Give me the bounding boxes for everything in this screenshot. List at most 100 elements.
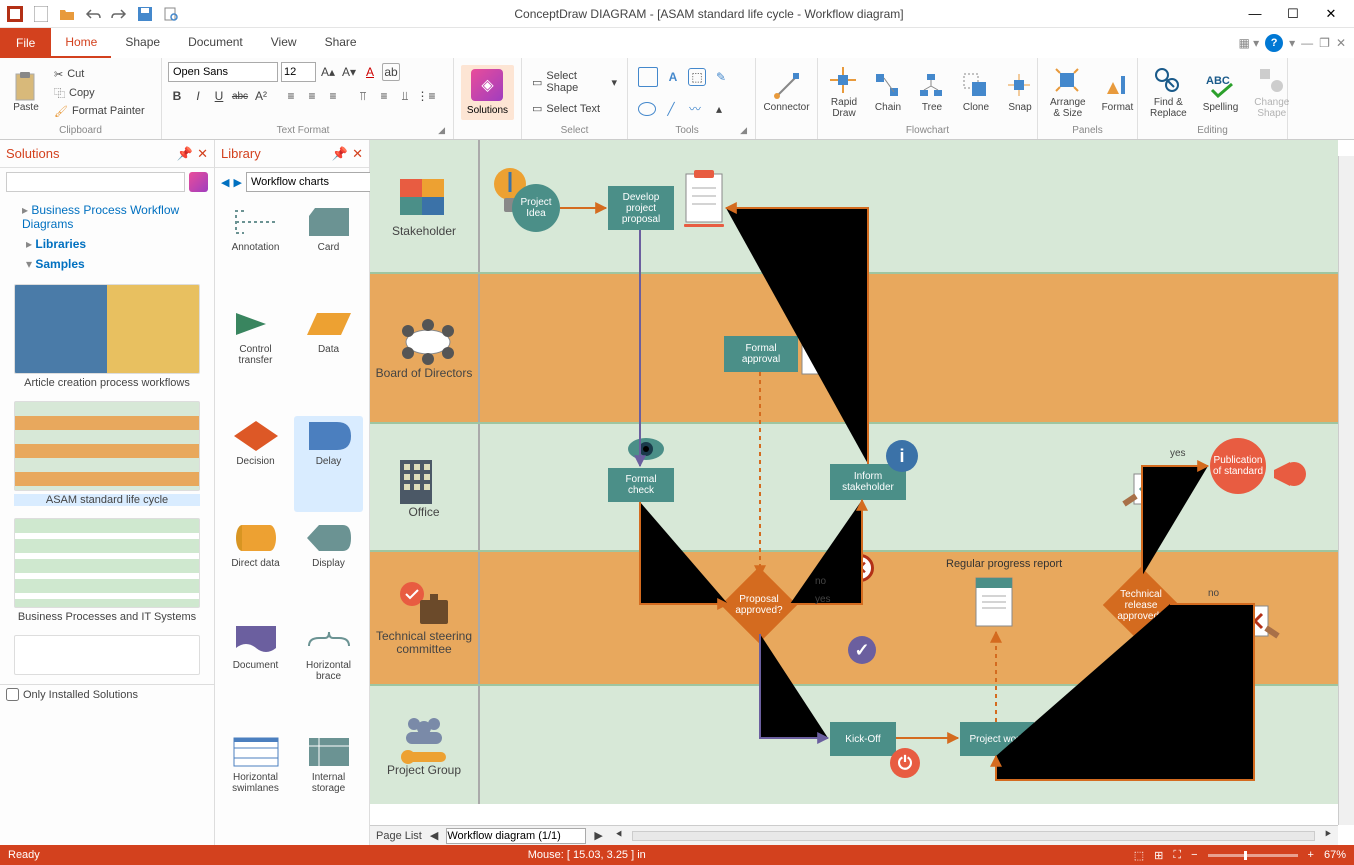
page-prev-icon[interactable]: ◀	[430, 829, 438, 842]
shape-control-transfer[interactable]: Control transfer	[221, 304, 290, 411]
superscript-button[interactable]: A²	[252, 87, 270, 105]
cut-button[interactable]: ✂Cut	[50, 67, 149, 82]
develop-proposal-box[interactable]: Develop project proposal	[608, 186, 674, 230]
callout-tool-icon[interactable]: ⬚	[688, 68, 706, 86]
shape-annotation[interactable]: Annotation	[221, 202, 290, 298]
subwin-restore-icon[interactable]: ❐	[1319, 36, 1330, 50]
format-button[interactable]: Format	[1096, 70, 1140, 115]
curve-tool-icon[interactable]: 〰	[686, 100, 704, 118]
lib-next-icon[interactable]: ▶	[233, 176, 241, 189]
scroll-left-icon[interactable]: ⯇	[615, 829, 624, 842]
pen-tool-icon[interactable]: ✎	[712, 68, 730, 86]
bold-button[interactable]: B	[168, 87, 186, 105]
zoom-out-button[interactable]: −	[1191, 849, 1197, 861]
zoom-in-button[interactable]: +	[1308, 849, 1314, 861]
shrink-font-icon[interactable]: A▾	[340, 63, 358, 81]
line-tool-icon[interactable]: ╱	[662, 100, 680, 118]
subwin-close-icon[interactable]: ✕	[1336, 36, 1346, 50]
collapse-ribbon-icon[interactable]: ▾	[1289, 36, 1295, 50]
tab-home[interactable]: Home	[51, 28, 111, 58]
pin-icon[interactable]: 📌	[332, 146, 348, 162]
shape-horizontal-swimlanes[interactable]: Horizontal swimlanes	[221, 732, 290, 839]
publication-end[interactable]: Publication of standard	[1210, 438, 1266, 494]
tree-libraries[interactable]: ▸ Libraries	[8, 234, 206, 254]
ellipse-tool-icon[interactable]	[638, 102, 656, 116]
shape-delay[interactable]: Delay	[294, 416, 363, 512]
font-size-select[interactable]	[281, 62, 316, 82]
status-icon-pointer[interactable]: ⬚	[1134, 849, 1144, 862]
solutions-button[interactable]: ◈ Solutions	[461, 65, 514, 120]
tools-launcher[interactable]: ◢	[740, 125, 749, 137]
tech-release-approved-decision[interactable]: Technical release approved?	[1103, 567, 1179, 643]
text-tool-icon[interactable]: A	[664, 68, 682, 86]
underline-button[interactable]: U	[210, 87, 228, 105]
shape-data[interactable]: Data	[294, 304, 363, 411]
new-icon[interactable]	[32, 5, 50, 23]
lib-prev-icon[interactable]: ◀	[221, 176, 229, 189]
scroll-right-icon[interactable]: ⯈	[1323, 829, 1332, 842]
tab-view[interactable]: View	[257, 28, 311, 58]
find-replace-button[interactable]: Find & Replace	[1144, 65, 1193, 121]
scrollbar-horizontal[interactable]	[632, 831, 1316, 841]
diagram-canvas[interactable]: Stakeholder Board of Directors	[370, 140, 1338, 825]
grow-font-icon[interactable]: A▴	[319, 63, 337, 81]
highlight-icon[interactable]: ab	[382, 63, 400, 81]
pointer-tool-icon[interactable]: ▴	[710, 100, 728, 118]
align-top-icon[interactable]: ⫪	[354, 87, 372, 105]
rectangle-tool-icon[interactable]	[638, 67, 658, 87]
spelling-button[interactable]: ABCSpelling	[1197, 70, 1245, 115]
formal-check-box[interactable]: Formal check	[608, 468, 674, 502]
subwin-minimize-icon[interactable]: —	[1301, 36, 1313, 50]
font-select[interactable]	[168, 62, 278, 82]
project-idea-start[interactable]: Project Idea	[512, 184, 560, 232]
help-icon[interactable]: ?	[1265, 34, 1283, 52]
shape-display[interactable]: Display	[294, 518, 363, 614]
sample-item[interactable]: Business Processes and IT Systems	[14, 518, 200, 623]
status-icon-fit[interactable]: ⛶	[1173, 849, 1181, 862]
kick-off-box[interactable]: Kick-Off	[830, 722, 896, 756]
page-select[interactable]	[446, 828, 586, 844]
page-next-icon[interactable]: ▶	[594, 829, 602, 842]
shape-document[interactable]: Document	[221, 620, 290, 727]
save-icon[interactable]	[136, 5, 154, 23]
snap-button[interactable]: Snap	[1000, 70, 1040, 115]
change-shape-button[interactable]: Change Shape	[1248, 65, 1295, 121]
align-right-icon[interactable]: ≡	[324, 87, 342, 105]
shape-direct-data[interactable]: Direct data	[221, 518, 290, 614]
tree-samples[interactable]: ▾ Samples	[8, 254, 206, 274]
select-text-button[interactable]: ▭Select Text	[528, 101, 604, 116]
redo-icon[interactable]	[110, 5, 128, 23]
bullet-list-icon[interactable]: ⋮≡	[417, 87, 435, 105]
strikethrough-button[interactable]: abc	[231, 87, 249, 105]
tab-shape[interactable]: Shape	[111, 28, 174, 58]
align-center-icon[interactable]: ≡	[303, 87, 321, 105]
align-bottom-icon[interactable]: ⫫	[396, 87, 414, 105]
rapid-draw-button[interactable]: Rapid Draw	[824, 65, 864, 121]
shape-decision[interactable]: Decision	[221, 416, 290, 512]
italic-button[interactable]: I	[189, 87, 207, 105]
app-icon[interactable]	[6, 5, 24, 23]
font-color-icon[interactable]: A	[361, 63, 379, 81]
chain-button[interactable]: Chain	[868, 70, 908, 115]
tree-root[interactable]: ▸ Business Process Workflow Diagrams	[8, 200, 206, 234]
pin-icon[interactable]: 📌	[177, 146, 193, 162]
paste-button[interactable]: Paste	[6, 70, 46, 115]
align-middle-icon[interactable]: ≡	[375, 87, 393, 105]
arrange-size-button[interactable]: Arrange & Size	[1044, 65, 1092, 121]
align-left-icon[interactable]: ≡	[282, 87, 300, 105]
minimize-button[interactable]: —	[1238, 3, 1272, 25]
preview-icon[interactable]	[162, 5, 180, 23]
options-icon[interactable]: ▦ ▾	[1238, 36, 1259, 50]
copy-button[interactable]: ⿻Copy	[50, 84, 149, 102]
maximize-button[interactable]: ☐	[1276, 3, 1310, 25]
proposal-approved-decision[interactable]: Proposal approved?	[721, 567, 797, 643]
select-shape-button[interactable]: ▭Select Shape ▾	[528, 69, 621, 95]
close-panel-icon[interactable]: ✕	[197, 146, 208, 162]
tab-share[interactable]: Share	[311, 28, 371, 58]
connector-button[interactable]: Connector	[757, 70, 815, 115]
file-tab[interactable]: File	[0, 28, 51, 58]
shape-internal-storage[interactable]: Internal storage	[294, 732, 363, 839]
undo-icon[interactable]	[84, 5, 102, 23]
clone-button[interactable]: Clone	[956, 70, 996, 115]
close-panel-icon[interactable]: ✕	[352, 146, 363, 162]
